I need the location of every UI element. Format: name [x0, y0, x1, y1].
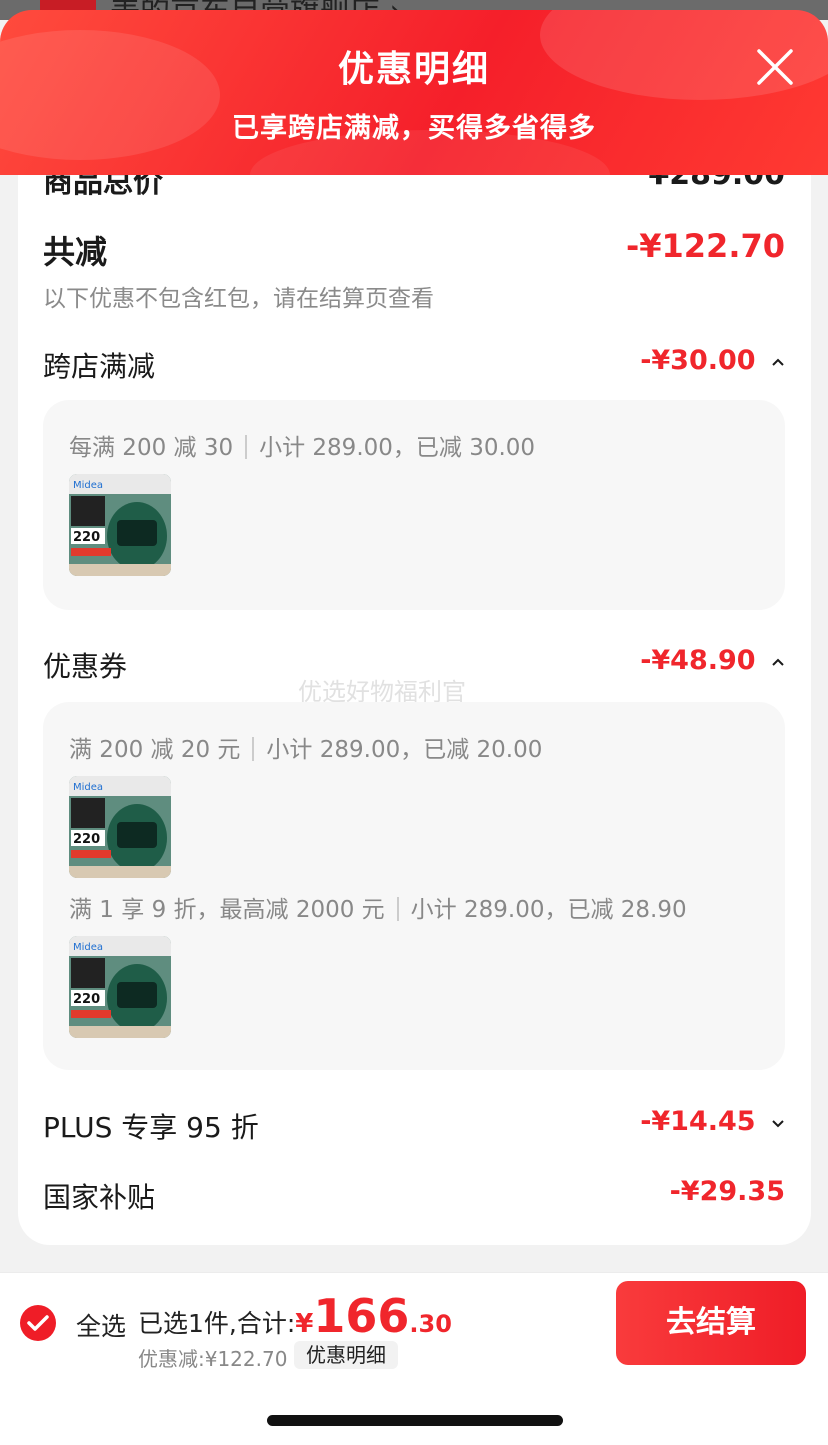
total-reduction-row: 共减 -¥122.70: [43, 227, 785, 271]
coupon-rule-2-condition: 满 1 享 9 折，最高减 2000 元: [69, 897, 385, 923]
discount-detail-card: 商品总价 ¥289.00 共减 -¥122.70 以下优惠不包含红包，请在结算页…: [18, 175, 811, 1245]
plus-discount-row[interactable]: PLUS 专享 95 折 -¥14.45: [43, 1106, 785, 1144]
svg-text:220: 220: [73, 832, 100, 847]
checkmark-icon: [27, 1315, 49, 1331]
product-thumbnail[interactable]: Midea 220: [69, 776, 171, 878]
sheet-title: 优惠明细: [337, 49, 490, 90]
cross-store-rule-subtotal: 小计 289.00，已减 30.00: [259, 435, 536, 461]
svg-text:220: 220: [73, 992, 100, 1007]
goods-total-row: 商品总价 ¥289.00: [43, 175, 785, 200]
svg-text:220: 220: [73, 530, 100, 545]
chevron-down-icon[interactable]: [771, 1118, 785, 1128]
goods-total-amount: ¥289.00: [648, 175, 785, 192]
checkout-bar: 全选 已选1件,合计:¥166.30 优惠减:¥122.70 优惠明细 去结算: [0, 1272, 828, 1373]
plus-amount: -¥14.45: [640, 1106, 756, 1137]
total-reduction-amount: -¥122.70: [625, 227, 785, 265]
select-all-label[interactable]: 全选: [76, 1307, 126, 1343]
national-subsidy-amount: -¥29.35: [669, 1176, 785, 1207]
national-subsidy-label: 国家补贴: [43, 1181, 156, 1214]
coupon-label: 优惠券: [43, 650, 128, 683]
coupon-rule-2-subtotal: 小计 289.00，已减 28.90: [410, 897, 687, 923]
product-thumbnail[interactable]: Midea 220: [69, 474, 171, 576]
cross-store-label: 跨店满减: [43, 350, 156, 383]
safe-area: [0, 1372, 828, 1445]
home-indicator[interactable]: [267, 1415, 563, 1426]
svg-text:Midea: Midea: [73, 480, 103, 491]
cross-store-amount: -¥30.00: [640, 345, 756, 376]
checkout-button[interactable]: 去结算: [616, 1281, 806, 1365]
coupon-discount-row[interactable]: 优惠券 -¥48.90: [43, 645, 785, 683]
plus-label: PLUS 专享 95 折: [43, 1111, 259, 1144]
coupon-rule-1-subtotal: 小计 289.00，已减 20.00: [266, 737, 543, 763]
order-total-summary: 已选1件,合计:¥166.30: [138, 1289, 452, 1343]
cross-store-detail-box: 每满 200 减 30 小计 289.00，已减 30.00 Midea 220: [43, 400, 785, 610]
total-reduction-label: 共减: [43, 233, 108, 271]
product-thumbnail[interactable]: Midea 220: [69, 936, 171, 1038]
coupon-amount: -¥48.90: [640, 645, 756, 676]
select-all-checkbox[interactable]: [20, 1305, 56, 1341]
discount-total-text: 优惠减:¥122.70: [138, 1347, 288, 1371]
discount-detail-button[interactable]: 优惠明细: [294, 1341, 398, 1369]
coupon-detail-box: 满 200 减 20 元小计 289.00，已减 20.00 Midea 220…: [43, 702, 785, 1070]
cross-store-discount-row[interactable]: 跨店满减 -¥30.00: [43, 345, 785, 383]
cross-store-rule-condition: 每满 200 减 30: [69, 435, 234, 461]
total-integer: 166: [313, 1289, 410, 1343]
coupon-rule-1-condition: 满 200 减 20 元: [69, 737, 241, 763]
sheet-subtitle: 已享跨店满减，买得多省得多: [232, 113, 596, 144]
selected-count-text: 已选1件,合计:: [138, 1309, 296, 1338]
cross-store-rule: 每满 200 减 30 小计 289.00，已减 30.00: [69, 428, 535, 463]
chevron-up-icon[interactable]: [771, 657, 785, 667]
discount-detail-header: 优惠明细 已享跨店满减，买得多省得多: [0, 10, 828, 175]
coupon-rule-1: 满 200 减 20 元小计 289.00，已减 20.00: [69, 730, 542, 765]
chevron-up-icon[interactable]: [771, 357, 785, 367]
svg-text:Midea: Midea: [73, 782, 103, 793]
currency-symbol: ¥: [295, 1309, 314, 1339]
total-decimal: .30: [409, 1310, 452, 1338]
national-subsidy-row: 国家补贴 -¥29.35: [43, 1176, 785, 1214]
close-icon[interactable]: [756, 48, 794, 86]
red-packet-note: 以下优惠不包含红包，请在结算页查看: [43, 286, 434, 312]
coupon-rule-2: 满 1 享 9 折，最高减 2000 元小计 289.00，已减 28.90: [69, 890, 687, 925]
goods-total-label: 商品总价: [43, 175, 163, 200]
svg-text:Midea: Midea: [73, 942, 103, 953]
